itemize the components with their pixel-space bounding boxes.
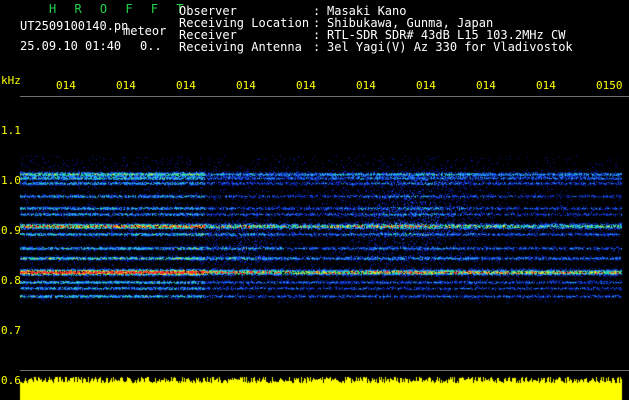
freq-label: 0.9 bbox=[1, 224, 21, 237]
spectrogram-display bbox=[0, 96, 629, 400]
spectrogram-top-rule bbox=[20, 96, 629, 97]
capture-datetime: 25.09.10 01:40 bbox=[20, 39, 122, 53]
time-label: 014 bbox=[296, 79, 316, 92]
time-label: 014 bbox=[116, 79, 136, 92]
time-label: 014 bbox=[236, 79, 256, 92]
level-bar-baseline bbox=[20, 370, 629, 371]
time-label: 014 bbox=[176, 79, 196, 92]
time-label: 014 bbox=[476, 79, 496, 92]
freq-label: 1.0 bbox=[1, 174, 21, 187]
freq-label: 0.6 bbox=[1, 374, 21, 387]
time-label: 014 bbox=[56, 79, 76, 92]
info-sep-antenna: : bbox=[313, 40, 321, 54]
time-label: 014 bbox=[536, 79, 556, 92]
time-label: 014 bbox=[416, 79, 436, 92]
freq-label: 1.1 bbox=[1, 124, 21, 137]
detection-tag: meteor bbox=[123, 24, 167, 38]
info-value-antenna: 3el Yagi(V) Az 330 for Vladivostok bbox=[327, 40, 573, 54]
freq-label: 0.8 bbox=[1, 274, 21, 287]
freq-label: 0.7 bbox=[1, 324, 21, 337]
time-label: 014 bbox=[356, 79, 376, 92]
info-label-antenna: Receiving Antenna bbox=[179, 40, 302, 54]
app-title: H R O F F T bbox=[49, 2, 189, 16]
freq-unit: kHz bbox=[1, 74, 21, 87]
image-filename: UT2509100140.pn bbox=[20, 19, 129, 33]
capture-counter: 0.. bbox=[140, 39, 162, 53]
time-label: 0150 bbox=[596, 79, 623, 92]
